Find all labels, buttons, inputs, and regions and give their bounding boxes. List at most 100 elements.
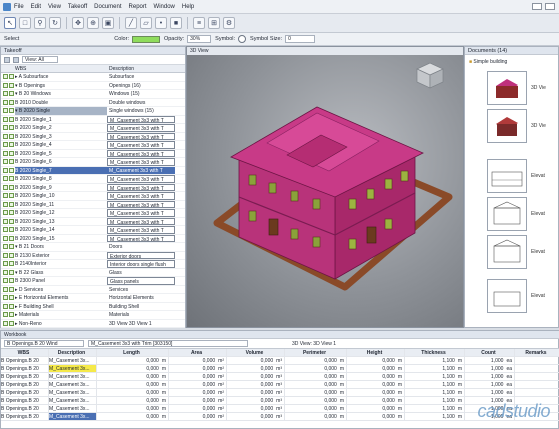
workbook-cell[interactable]: B Openings.B 20 xyxy=(1,397,49,404)
workbook-cell[interactable]: B Openings.B 20 xyxy=(1,405,49,412)
visibility-checkbox[interactable] xyxy=(3,184,8,190)
visibility-checkbox[interactable] xyxy=(3,244,8,250)
col-description[interactable]: Description xyxy=(107,65,175,72)
workbook-col-header[interactable]: Area xyxy=(169,349,227,356)
grid-icon[interactable]: ⊞ xyxy=(208,17,220,29)
workbook-cell[interactable]: 1,000 ea xyxy=(465,365,515,372)
include-checkbox[interactable] xyxy=(9,142,14,148)
workbook-cell[interactable]: 0,000 m³ xyxy=(227,365,285,372)
workbook-cell[interactable]: B Openings.B 20 xyxy=(1,389,49,396)
workbook-col-header[interactable]: Description xyxy=(49,349,97,356)
workbook-cell[interactable]: 0,000 m² xyxy=(169,389,227,396)
visibility-checkbox[interactable] xyxy=(3,133,8,139)
workbook-col-header[interactable]: Remarks xyxy=(515,349,559,356)
workbook-cell[interactable]: M_Casement 3x... xyxy=(49,389,97,396)
workbook-row[interactable]: B Openings.B 20 M_Casement 3x... 0,000 m 0,0… xyxy=(1,405,559,413)
workbook-cell[interactable]: 0,000 m³ xyxy=(227,413,285,420)
doc-thumb-4[interactable] xyxy=(487,197,527,231)
workbook-cell[interactable]: M_Casement 3x... xyxy=(49,405,97,412)
search-icon[interactable]: ⚲ xyxy=(34,17,46,29)
takeoff-row[interactable]: B 2020 Single_9 M_Casement 3x3 with T xyxy=(1,183,185,192)
takeoff-row[interactable]: B 2020 Single_14 M_Casement 3x3 with T xyxy=(1,226,185,235)
include-checkbox[interactable] xyxy=(9,286,14,292)
include-checkbox[interactable] xyxy=(9,91,14,97)
cell-address-field[interactable]: B Openings.B 20 Wind xyxy=(4,340,84,347)
workbook-col-header[interactable]: Volume xyxy=(227,349,285,356)
include-checkbox[interactable] xyxy=(9,261,14,267)
include-checkbox[interactable] xyxy=(9,116,14,122)
takeoff-row[interactable]: B 2300 Panel Glass panels xyxy=(1,277,185,286)
visibility-checkbox[interactable] xyxy=(3,278,8,284)
workbook-cell[interactable]: M_Casement 3x... xyxy=(49,373,97,380)
workbook-cell[interactable]: B Openings.B 20 xyxy=(1,365,49,372)
visibility-checkbox[interactable] xyxy=(3,261,8,267)
takeoff-row[interactable]: B 2020 Single_13 M_Casement 3x3 with T xyxy=(1,217,185,226)
include-checkbox[interactable] xyxy=(9,159,14,165)
visibility-checkbox[interactable] xyxy=(3,210,8,216)
doc-label-3[interactable]: Elevat xyxy=(531,173,545,179)
workbook-cell[interactable]: 0,000 m² xyxy=(169,405,227,412)
workbook-cell-remarks[interactable] xyxy=(515,389,559,396)
include-checkbox[interactable] xyxy=(9,244,14,250)
area-icon[interactable]: ▱ xyxy=(140,17,152,29)
workbook-cell[interactable]: B Openings.B 20 xyxy=(1,381,49,388)
visibility-checkbox[interactable] xyxy=(3,312,8,318)
settings-icon[interactable]: ⚙ xyxy=(223,17,235,29)
include-checkbox[interactable] xyxy=(9,278,14,284)
visibility-checkbox[interactable] xyxy=(3,125,8,131)
workbook-col-header[interactable]: Thickness xyxy=(405,349,465,356)
workbook-cell-remarks[interactable] xyxy=(515,357,559,364)
takeoff-row[interactable]: ▸ F Building Shell Building Shell xyxy=(1,303,185,311)
include-checkbox[interactable] xyxy=(9,227,14,233)
include-checkbox[interactable] xyxy=(9,312,14,318)
menu-file[interactable]: File xyxy=(14,4,24,10)
workbook-cell[interactable]: 0,000 m³ xyxy=(227,373,285,380)
workbook-cell[interactable]: 1,100 m xyxy=(405,389,465,396)
visibility-checkbox[interactable] xyxy=(3,320,8,326)
takeoff-row[interactable]: B 2130 Exterior Exterior doors xyxy=(1,251,185,260)
fit-icon[interactable]: ▣ xyxy=(102,17,114,29)
include-checkbox[interactable] xyxy=(9,210,14,216)
takeoff-row[interactable]: ▾ B 20 Windows Windows (15) xyxy=(1,90,185,99)
col-wbs[interactable]: WBS xyxy=(15,65,107,72)
include-checkbox[interactable] xyxy=(9,269,14,275)
visibility-checkbox[interactable] xyxy=(3,99,8,105)
color-swatch[interactable] xyxy=(131,35,160,43)
workbook-cell[interactable]: 0,000 m xyxy=(285,365,347,372)
doc-thumb-1[interactable] xyxy=(487,71,527,105)
takeoff-row[interactable]: B 2020 Single_1 M_Casement 3x3 with T xyxy=(1,115,185,124)
menu-takeoff[interactable]: Takeoff xyxy=(68,4,87,10)
workbook-cell[interactable]: 0,000 m³ xyxy=(227,381,285,388)
workbook-cell[interactable]: 0,000 m xyxy=(97,373,169,380)
takeoff-row[interactable]: ▾ B 22 Glass Glass xyxy=(1,269,185,277)
include-checkbox[interactable] xyxy=(9,99,14,105)
zoom-icon[interactable]: ⊕ xyxy=(87,17,99,29)
visibility-checkbox[interactable] xyxy=(3,218,8,224)
workbook-cell[interactable]: 0,000 m xyxy=(347,397,405,404)
takeoff-row[interactable]: B 2020 Single_10 M_Casement 3x3 with T xyxy=(1,192,185,201)
takeoff-row[interactable]: ▾ B 21 Doors Doors xyxy=(1,243,185,252)
visibility-checkbox[interactable] xyxy=(3,269,8,275)
visibility-checkbox[interactable] xyxy=(3,142,8,148)
takeoff-row[interactable]: B 2020 Single_2 M_Casement 3x3 with T xyxy=(1,124,185,133)
workbook-cell[interactable]: 0,000 m xyxy=(97,389,169,396)
doc-thumb-6[interactable] xyxy=(487,279,527,313)
workbook-cell[interactable]: 0,000 m xyxy=(285,373,347,380)
delete-icon[interactable] xyxy=(13,56,19,63)
workbook-cell[interactable]: 0,000 m xyxy=(347,357,405,364)
visibility-checkbox[interactable] xyxy=(3,252,8,258)
include-checkbox[interactable] xyxy=(9,303,14,309)
workbook-cell[interactable]: 0,000 m xyxy=(285,389,347,396)
measure-icon[interactable]: ╱ xyxy=(125,17,137,29)
takeoff-row[interactable]: B 2020 Single_8 M_Casement 3x3 with T xyxy=(1,175,185,184)
workbook-cell[interactable]: 0,000 m³ xyxy=(227,389,285,396)
visibility-checkbox[interactable] xyxy=(3,295,8,301)
menu-report[interactable]: Report xyxy=(129,4,147,10)
workbook-col-header[interactable]: Height xyxy=(347,349,405,356)
color-icon[interactable]: ■ xyxy=(170,17,182,29)
workbook-cell[interactable]: 0,000 m xyxy=(285,381,347,388)
workbook-row[interactable]: B Openings.B 20 M_Casement 3x... 0,000 m 0,0… xyxy=(1,397,559,405)
maximize-button[interactable] xyxy=(545,3,555,10)
workbook-cell[interactable]: 0,000 m xyxy=(285,397,347,404)
include-checkbox[interactable] xyxy=(9,218,14,224)
